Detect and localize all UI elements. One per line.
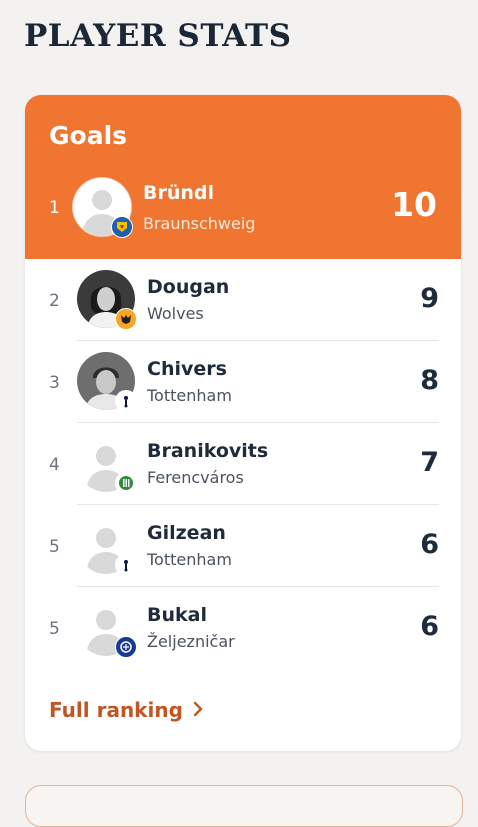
rank-number: 5	[49, 619, 60, 639]
rank-number: 1	[49, 198, 60, 218]
list-item[interactable]: 4 Branikovits Ferencváros 7	[25, 423, 461, 505]
full-ranking-link[interactable]: Full ranking	[49, 698, 203, 722]
zeljeznicar-crest-icon	[115, 636, 137, 658]
chevron-right-icon	[193, 698, 203, 722]
rank-number: 2	[49, 291, 60, 311]
goal-count: 9	[420, 283, 439, 314]
rank-number: 3	[49, 373, 60, 393]
player-avatar	[77, 598, 137, 658]
page-title: PLAYER STATS	[24, 18, 292, 54]
goal-count: 8	[420, 365, 439, 396]
list-item[interactable]: 2 Dougan Wolves 9	[25, 259, 461, 341]
list-item[interactable]: 5 Gilzean Tottenham 6	[25, 505, 461, 587]
player-club: Ferencváros	[147, 468, 244, 487]
tottenham-crest-icon	[115, 554, 137, 576]
card-header: Goals 1 Bründl Braunschweig 10	[25, 95, 461, 259]
player-club: Tottenham	[147, 550, 232, 569]
wolves-crest-icon	[115, 308, 137, 330]
list-item[interactable]: 5 Bukal Željezničar 6	[25, 587, 461, 669]
rank-number: 5	[49, 537, 60, 557]
braunschweig-crest-icon	[111, 216, 133, 238]
player-name: Gilzean	[147, 522, 226, 544]
player-name: Bukal	[147, 604, 207, 626]
full-ranking-label: Full ranking	[49, 698, 183, 722]
goals-card: Goals 1 Bründl Braunschweig 10 2 Dougan …	[25, 95, 461, 751]
rank-number: 4	[49, 455, 60, 475]
leader-row[interactable]: 1 Bründl Braunschweig 10	[25, 178, 461, 238]
player-club: Braunschweig	[143, 214, 256, 233]
player-name: Chivers	[147, 358, 227, 380]
player-avatar	[77, 352, 137, 412]
card-title: Goals	[49, 121, 128, 150]
player-name: Dougan	[147, 276, 230, 298]
goal-count: 6	[420, 611, 439, 642]
player-club: Tottenham	[147, 386, 232, 405]
ranking-list: 2 Dougan Wolves 9 3 Chivers Tottenham 8 …	[25, 259, 461, 669]
list-item[interactable]: 3 Chivers Tottenham 8	[25, 341, 461, 423]
player-name: Bründl	[143, 182, 215, 204]
player-club: Željezničar	[147, 632, 235, 651]
goal-count: 6	[420, 529, 439, 560]
player-club: Wolves	[147, 304, 204, 323]
ferencvaros-crest-icon	[115, 472, 137, 494]
goal-count: 7	[420, 447, 439, 478]
next-stats-card	[25, 785, 463, 827]
tottenham-crest-icon	[115, 390, 137, 412]
player-avatar	[73, 178, 133, 238]
player-avatar	[77, 434, 137, 494]
player-avatar	[77, 516, 137, 576]
player-avatar	[77, 270, 137, 330]
goal-count: 10	[391, 185, 437, 224]
player-name: Branikovits	[147, 440, 269, 462]
